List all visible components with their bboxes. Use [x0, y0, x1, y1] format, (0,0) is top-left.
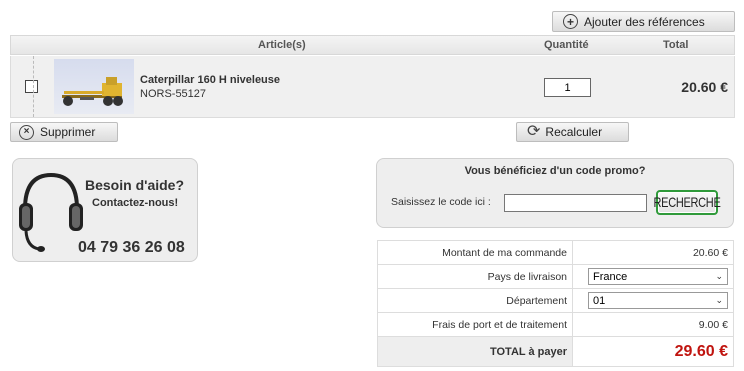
headset-icon — [19, 172, 83, 252]
delete-button[interactable]: × Supprimer — [10, 122, 118, 142]
refresh-icon: ⟳ — [527, 123, 541, 140]
quantity-input[interactable] — [544, 78, 591, 97]
promo-input-label: Saisissez le code ici : — [391, 196, 491, 208]
promo-search-label: RECHERCHE — [653, 195, 721, 210]
product-ref: NORS-55127 — [140, 88, 207, 100]
recalculate-label: Recalculer — [545, 125, 603, 139]
help-panel: Besoin d'aide? Contactez-nous! 04 79 36 … — [12, 158, 198, 262]
order-amount-value: 20.60 € — [572, 240, 734, 265]
row-divider — [33, 56, 34, 117]
add-references-label: Ajouter des références — [584, 14, 705, 29]
total-label: TOTAL à payer — [377, 336, 573, 367]
add-references-button[interactable]: + Ajouter des références — [552, 11, 735, 32]
summary-row-total: TOTAL à payer 29.60 € — [377, 336, 734, 367]
help-subtitle: Contactez-nous! — [92, 197, 179, 209]
total-value: 29.60 € — [572, 336, 734, 367]
department-value: 01 — [593, 294, 606, 307]
delete-label: Supprimer — [40, 125, 96, 139]
row-checkbox[interactable] — [25, 80, 38, 93]
summary-row-order-amount: Montant de ma commande 20.60 € — [377, 240, 734, 265]
promo-code-input[interactable] — [504, 194, 647, 212]
cart-row: Caterpillar 160 H niveleuse NORS-55127 2… — [10, 56, 735, 118]
promo-title: Vous bénéficiez d'un code promo? — [464, 165, 646, 177]
grader-picture — [62, 77, 123, 106]
help-phone[interactable]: 04 79 36 26 08 — [78, 239, 185, 257]
department-select[interactable]: 01 ⌄ — [588, 292, 728, 309]
country-label: Pays de livraison — [377, 264, 573, 289]
chevron-down-icon: ⌄ — [715, 271, 723, 281]
order-summary: Montant de ma commande 20.60 € Pays de l… — [377, 240, 734, 367]
line-total: 20.60 € — [681, 79, 728, 95]
product-name[interactable]: Caterpillar 160 H niveleuse — [140, 74, 280, 86]
promo-search-button[interactable]: RECHERCHE — [653, 190, 721, 215]
product-image[interactable] — [54, 59, 134, 114]
summary-row-country: Pays de livraison France ⌄ — [377, 264, 734, 289]
summary-row-department: Département 01 ⌄ — [377, 288, 734, 313]
promo-panel: Vous bénéficiez d'un code promo? Saisiss… — [376, 158, 734, 228]
plus-circle-icon: + — [563, 14, 578, 29]
cart-header: Article(s) Quantité Total — [10, 35, 735, 55]
country-select[interactable]: France ⌄ — [588, 268, 728, 285]
close-circle-icon: × — [19, 124, 34, 140]
country-value: France — [593, 270, 628, 283]
shipping-value: 9.00 € — [572, 312, 734, 337]
help-title: Besoin d'aide? — [85, 177, 185, 193]
chevron-down-icon: ⌄ — [715, 295, 723, 305]
column-quantity: Quantité — [544, 39, 589, 51]
summary-row-shipping: Frais de port et de traitement 9.00 € — [377, 312, 734, 337]
column-total: Total — [663, 39, 689, 51]
order-amount-label: Montant de ma commande — [377, 240, 573, 265]
recalculate-button[interactable]: ⟳ Recalculer — [516, 122, 629, 142]
shipping-label: Frais de port et de traitement — [377, 312, 573, 337]
column-article: Article(s) — [258, 39, 306, 51]
department-label: Département — [377, 288, 573, 313]
